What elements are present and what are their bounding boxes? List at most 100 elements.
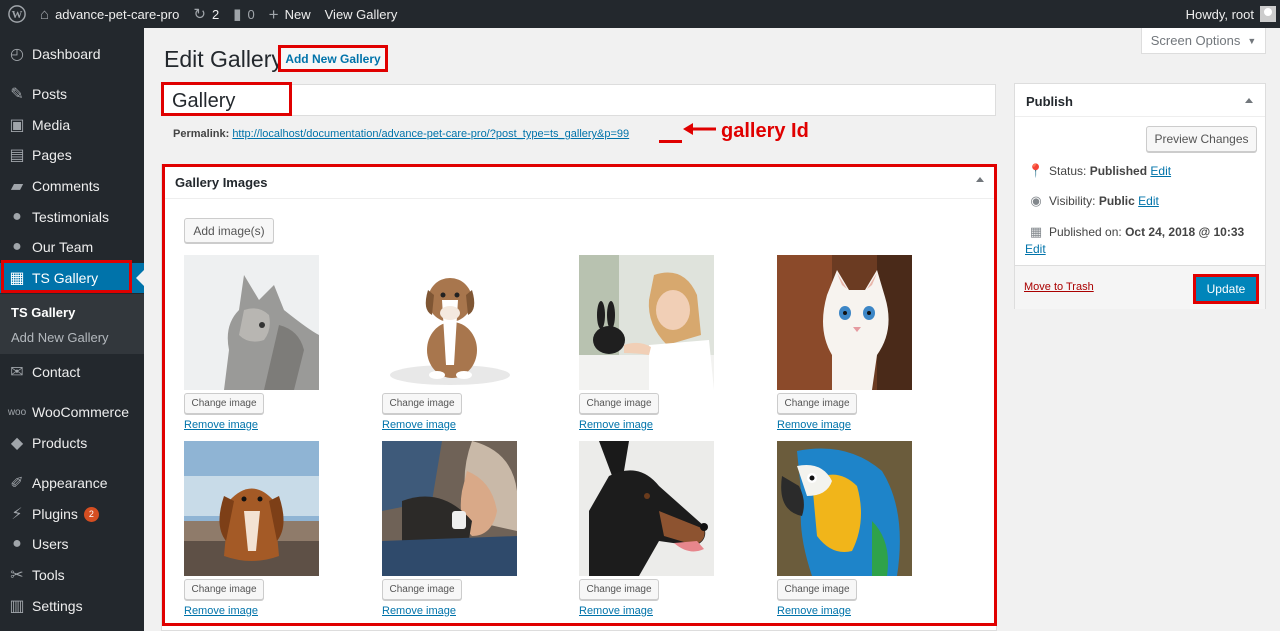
change-image-button[interactable]: Change image <box>382 579 462 600</box>
remove-image-link[interactable]: Remove image <box>579 605 653 617</box>
sidebar-item-label: Posts <box>32 86 68 102</box>
account-menu[interactable]: Howdy, root <box>1186 6 1280 22</box>
edit-date-link[interactable]: Edit <box>1025 242 1046 256</box>
gallery-thumb-parrot <box>777 441 912 576</box>
box-icon: ◆ <box>10 435 24 452</box>
gallery-images-box: Gallery Images Add image(s) Change image… <box>161 164 997 631</box>
person-icon: ● <box>12 238 22 255</box>
sidebar-item-label: Tools <box>32 567 65 583</box>
sidebar-item-comments[interactable]: ▰ Comments <box>0 171 144 201</box>
published-label: Published on: <box>1049 225 1122 239</box>
home-icon: ⌂ <box>40 5 50 23</box>
change-image-button[interactable]: Change image <box>777 579 857 600</box>
visibility-row: ◉ Visibility: Public Edit <box>1025 193 1159 209</box>
gallery-thumb-spaniel <box>184 441 319 576</box>
visibility-value: Public <box>1098 194 1135 208</box>
pages-icon: ▤ <box>9 147 25 164</box>
remove-image-link[interactable]: Remove image <box>184 605 258 617</box>
page-title: Edit Gallery <box>164 46 283 72</box>
sidebar-item-pages[interactable]: ▤ Pages <box>0 140 144 170</box>
sidebar-item-label: Plugins <box>32 506 78 522</box>
publish-box-header[interactable]: Publish <box>1015 84 1265 117</box>
media-icon: ▣ <box>9 117 25 134</box>
gallery-box-title: Gallery Images <box>175 175 268 190</box>
pin-icon: ✎ <box>10 86 24 103</box>
comments-link[interactable]: ▮ 0 <box>226 0 262 28</box>
published-on-row: ▦ Published on: Oct 24, 2018 @ 10:33 <box>1025 224 1244 240</box>
gallery-box-header[interactable]: Gallery Images <box>162 165 996 199</box>
permalink-url[interactable]: http://localhost/documentation/advance-p… <box>232 128 629 140</box>
collapse-arrow-icon[interactable] <box>1245 98 1253 103</box>
brush-icon: ✐ <box>10 475 24 492</box>
avatar <box>1260 6 1276 22</box>
published-value: Oct 24, 2018 @ 10:33 <box>1125 225 1245 239</box>
screen-options-label: Screen Options <box>1150 33 1241 48</box>
updates-link[interactable]: ↻ 2 <box>186 0 226 28</box>
sidebar-item-our-team[interactable]: ● Our Team <box>0 232 144 262</box>
person-icon: ● <box>12 208 22 225</box>
sidebar-item-testimonials[interactable]: ● Testimonials <box>0 202 144 232</box>
gallery-thumb-girl-with-rabbit <box>579 255 714 390</box>
visibility-label: Visibility: <box>1049 194 1096 208</box>
admin-sidebar: ◴ Dashboard ✎ Posts ▣ Media ▤ Pages ▰ Comment… <box>0 28 144 631</box>
plugins-update-badge: 2 <box>83 506 99 522</box>
remove-image-link[interactable]: Remove image <box>184 419 258 431</box>
sidebar-item-plugins[interactable]: ⚡ Plugins 2 <box>0 499 144 529</box>
woo-icon: woo <box>7 406 27 418</box>
sidebar-item-ts-gallery[interactable]: ▦ TS Gallery <box>0 263 144 293</box>
settings-icon: ▥ <box>9 598 25 615</box>
remove-image-link[interactable]: Remove image <box>382 419 456 431</box>
collapse-arrow-icon[interactable] <box>976 177 984 182</box>
preview-changes-button[interactable]: Preview Changes <box>1146 126 1257 152</box>
sidebar-item-products[interactable]: ◆ Products <box>0 428 144 458</box>
move-to-trash-link[interactable]: Move to Trash <box>1024 281 1094 293</box>
sidebar-item-users[interactable]: ● Users <box>0 529 144 559</box>
sidebar-item-woocommerce[interactable]: woo WooCommerce <box>0 397 144 427</box>
submenu-add-new-gallery[interactable]: Add New Gallery <box>11 330 109 345</box>
dashboard-icon: ◴ <box>10 46 24 63</box>
change-image-button[interactable]: Change image <box>777 393 857 414</box>
change-image-button[interactable]: Change image <box>579 579 659 600</box>
status-row: 📍 Status: Published Edit <box>1025 163 1171 179</box>
plus-icon: + <box>268 4 279 24</box>
remove-image-link[interactable]: Remove image <box>777 605 851 617</box>
edit-status-link[interactable]: Edit <box>1150 164 1171 178</box>
users-icon: ● <box>12 535 22 552</box>
change-image-button[interactable]: Change image <box>184 579 264 600</box>
sidebar-item-appearance[interactable]: ✐ Appearance <box>0 468 144 498</box>
update-button[interactable]: Update <box>1193 274 1259 304</box>
post-title-input[interactable] <box>162 85 997 117</box>
sidebar-item-dashboard[interactable]: ◴ Dashboard <box>0 39 144 69</box>
edit-visibility-link[interactable]: Edit <box>1138 194 1159 208</box>
sidebar-item-label: WooCommerce <box>32 404 129 420</box>
sidebar-item-contact[interactable]: ✉ Contact <box>0 357 144 387</box>
remove-image-link[interactable]: Remove image <box>579 419 653 431</box>
remove-image-link[interactable]: Remove image <box>382 605 456 617</box>
publish-actions: Move to Trash Update <box>1015 265 1265 309</box>
status-value: Published <box>1089 164 1148 178</box>
gallery-id-annotation: gallery Id <box>721 120 809 142</box>
gallery-id-underline <box>659 140 682 143</box>
add-new-gallery-button[interactable]: Add New Gallery <box>278 45 388 72</box>
sidebar-item-label: Settings <box>32 598 83 614</box>
sidebar-item-label: Products <box>32 435 88 451</box>
change-image-button[interactable]: Change image <box>579 393 659 414</box>
gallery-thumb-puppy <box>382 255 517 390</box>
sidebar-item-settings[interactable]: ▥ Settings <box>0 591 144 621</box>
submenu-ts-gallery[interactable]: TS Gallery <box>11 305 75 320</box>
add-images-button[interactable]: Add image(s) <box>184 218 274 243</box>
change-image-button[interactable]: Change image <box>184 393 264 414</box>
refresh-icon: ↻ <box>193 5 206 23</box>
gallery-thumb-white-kitten <box>777 255 912 390</box>
sidebar-item-posts[interactable]: ✎ Posts <box>0 79 144 109</box>
sidebar-item-media[interactable]: ▣ Media <box>0 110 144 140</box>
wordpress-logo-icon[interactable]: W <box>0 0 33 28</box>
change-image-button[interactable]: Change image <box>382 393 462 414</box>
new-content-link[interactable]: + New <box>262 0 318 28</box>
sidebar-item-label: TS Gallery <box>32 270 99 286</box>
remove-image-link[interactable]: Remove image <box>777 419 851 431</box>
sidebar-item-tools[interactable]: ✂ Tools <box>0 560 144 590</box>
site-name-link[interactable]: ⌂ advance-pet-care-pro <box>33 0 186 28</box>
screen-options-button[interactable]: Screen Options ▼ <box>1141 28 1266 54</box>
view-gallery-link[interactable]: View Gallery <box>318 0 405 28</box>
